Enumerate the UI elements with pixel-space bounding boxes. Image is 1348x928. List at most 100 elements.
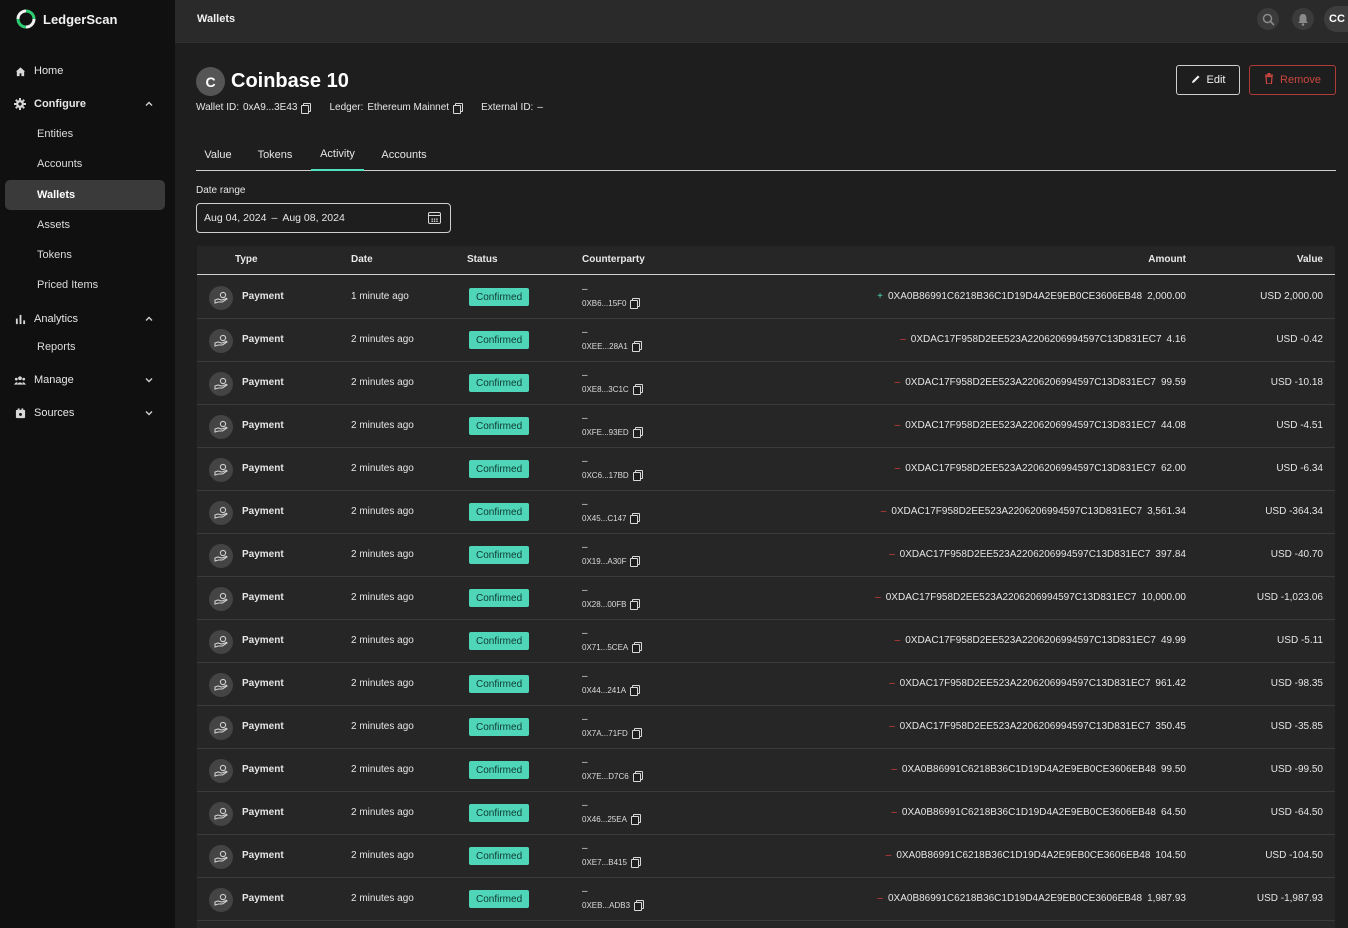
copy-icon[interactable] bbox=[630, 857, 641, 868]
app-logo[interactable]: LedgerScan bbox=[16, 8, 117, 30]
table-row[interactable]: Payment 2 minutes ago Confirmed – 0XE7...B41… bbox=[197, 835, 1335, 878]
amount-token[interactable]: 0XDAC17F958D2EE523A2206206994597C13D831E… bbox=[905, 635, 1156, 646]
row-amount: –0XA0B86991C6218B36C1D19D4A2E9EB0CE3606E… bbox=[877, 893, 1186, 904]
chevron-down-icon[interactable] bbox=[143, 374, 155, 386]
row-date: 2 minutes ago bbox=[351, 420, 414, 431]
row-type: Payment bbox=[242, 635, 284, 646]
amount-token[interactable]: 0XDAC17F958D2EE523A2206206994597C13D831E… bbox=[911, 334, 1162, 345]
copy-icon[interactable] bbox=[301, 102, 312, 114]
table-row[interactable]: Payment 2 minutes ago Confirmed – 0XE8...3C1… bbox=[197, 362, 1335, 405]
column-header-counterparty[interactable]: Counterparty bbox=[582, 254, 645, 265]
sidebar-item-configure[interactable]: Configure bbox=[0, 89, 175, 119]
hand-coin-icon bbox=[209, 501, 233, 525]
table-row[interactable]: Payment 2 minutes ago Confirmed – 0XC6...17B… bbox=[197, 448, 1335, 491]
column-header-date[interactable]: Date bbox=[351, 254, 373, 265]
copy-icon[interactable] bbox=[632, 470, 643, 481]
tab-activity[interactable]: Activity bbox=[311, 138, 364, 171]
row-date: 2 minutes ago bbox=[351, 463, 414, 474]
edit-button[interactable]: Edit bbox=[1176, 65, 1240, 95]
column-header-value[interactable]: Value bbox=[1297, 254, 1323, 265]
table-row[interactable]: Payment 2 minutes ago Confirmed – 0X19...A30… bbox=[197, 534, 1335, 577]
date-start[interactable]: Aug 04, 2024 bbox=[204, 212, 266, 224]
table-row[interactable]: Payment 2 minutes ago Confirmed – 0X44...241… bbox=[197, 663, 1335, 706]
table-row[interactable]: Payment 2 minutes ago Confirmed – 0XEB...ADB… bbox=[197, 878, 1335, 921]
copy-icon[interactable] bbox=[630, 599, 641, 610]
amount-token[interactable]: 0XDAC17F958D2EE523A2206206994597C13D831E… bbox=[900, 678, 1151, 689]
table-row[interactable]: Payment 2 minutes ago Confirmed – 0X45...C14… bbox=[197, 491, 1335, 534]
chevron-up-icon[interactable] bbox=[143, 98, 155, 110]
amount-token[interactable]: 0XDAC17F958D2EE523A2206206994597C13D831E… bbox=[905, 377, 1156, 388]
copy-icon[interactable] bbox=[632, 642, 643, 653]
tab-value[interactable]: Value bbox=[196, 138, 240, 171]
calendar-icon[interactable] bbox=[428, 212, 441, 224]
sidebar-item-entities[interactable]: Entities bbox=[0, 119, 175, 149]
column-header-status[interactable]: Status bbox=[467, 254, 498, 265]
column-header-amount[interactable]: Amount bbox=[1148, 254, 1186, 265]
wallet-id-label: Wallet ID: bbox=[196, 102, 239, 113]
tab-accounts[interactable]: Accounts bbox=[376, 138, 432, 171]
sidebar-item-analytics[interactable]: Analytics bbox=[0, 304, 175, 334]
table-row[interactable]: Payment 1 minute ago Confirmed – 0XB6...15F0… bbox=[197, 276, 1335, 319]
sidebar-item-assets[interactable]: Assets bbox=[0, 210, 175, 240]
date-end[interactable]: Aug 08, 2024 bbox=[282, 212, 344, 224]
status-badge: Confirmed bbox=[469, 417, 530, 435]
copy-icon[interactable] bbox=[630, 298, 641, 309]
amount-sign: + bbox=[877, 291, 883, 302]
search-icon[interactable] bbox=[1257, 8, 1279, 30]
row-amount: –0XDAC17F958D2EE523A2206206994597C13D831… bbox=[889, 549, 1186, 560]
copy-icon[interactable] bbox=[630, 814, 641, 825]
remove-button[interactable]: Remove bbox=[1249, 65, 1336, 95]
bell-icon[interactable] bbox=[1292, 8, 1314, 30]
sidebar-item-home[interactable]: Home bbox=[0, 56, 175, 86]
table-row[interactable]: Payment 2 minutes ago Confirmed – 0X28...00F… bbox=[197, 577, 1335, 620]
copy-icon[interactable] bbox=[630, 513, 641, 524]
amount-token[interactable]: 0XA0B86991C6218B36C1D19D4A2E9EB0CE3606EB… bbox=[888, 291, 1142, 302]
users-icon bbox=[14, 374, 26, 386]
copy-icon[interactable] bbox=[632, 427, 643, 438]
amount-token[interactable]: 0XDAC17F958D2EE523A2206206994597C13D831E… bbox=[900, 721, 1151, 732]
ledger-value: Ethereum Mainnet bbox=[367, 102, 450, 113]
chevron-down-icon[interactable] bbox=[143, 407, 155, 419]
amount-token[interactable]: 0XDAC17F958D2EE523A2206206994597C13D831E… bbox=[905, 420, 1156, 431]
column-header-type[interactable]: Type bbox=[235, 254, 258, 265]
sidebar-item-priced-items[interactable]: Priced Items bbox=[0, 270, 175, 300]
amount-token[interactable]: 0XA0B86991C6218B36C1D19D4A2E9EB0CE3606EB… bbox=[902, 764, 1156, 775]
table-row[interactable]: Payment 2 minutes ago Confirmed – 0X7A...71F… bbox=[197, 706, 1335, 749]
sidebar-item-accounts[interactable]: Accounts bbox=[0, 149, 175, 179]
amount-token[interactable]: 0XDAC17F958D2EE523A2206206994597C13D831E… bbox=[905, 463, 1156, 474]
sidebar-item-tokens[interactable]: Tokens bbox=[0, 240, 175, 270]
sidebar-item-reports[interactable]: Reports bbox=[0, 332, 175, 362]
table-row[interactable]: Payment 2 minutes ago Confirmed – 0X46...25E… bbox=[197, 792, 1335, 835]
pencil-icon bbox=[1191, 74, 1201, 87]
amount-token[interactable]: 0XDAC17F958D2EE523A2206206994597C13D831E… bbox=[886, 592, 1137, 603]
table-row[interactable]: Payment 2 minutes ago Confirmed – 0XFE...93E… bbox=[197, 405, 1335, 448]
amount-token[interactable]: 0XDAC17F958D2EE523A2206206994597C13D831E… bbox=[900, 549, 1151, 560]
amount-token[interactable]: 0XA0B86991C6218B36C1D19D4A2E9EB0CE3606EB… bbox=[888, 893, 1142, 904]
user-avatar[interactable]: CC bbox=[1324, 6, 1348, 32]
tab-tokens[interactable]: Tokens bbox=[251, 138, 299, 171]
chevron-up-icon[interactable] bbox=[143, 313, 155, 325]
ledger: Ledger: Ethereum Mainnet bbox=[329, 102, 464, 114]
copy-icon[interactable] bbox=[632, 771, 643, 782]
sidebar-item-sources[interactable]: Sources bbox=[0, 398, 175, 428]
copy-icon[interactable] bbox=[631, 341, 642, 352]
sidebar: LedgerScan Home Configure Entities Accou… bbox=[0, 0, 175, 928]
row-date: 2 minutes ago bbox=[351, 635, 414, 646]
copy-icon[interactable] bbox=[632, 384, 643, 395]
amount-token[interactable]: 0XA0B86991C6218B36C1D19D4A2E9EB0CE3606EB… bbox=[902, 807, 1156, 818]
copy-icon[interactable] bbox=[631, 728, 642, 739]
copy-icon[interactable] bbox=[630, 685, 641, 696]
row-amount: –0XDAC17F958D2EE523A2206206994597C13D831… bbox=[881, 506, 1186, 517]
copy-icon[interactable] bbox=[630, 556, 641, 567]
table-row[interactable]: Payment 2 minutes ago Confirmed – 0X7E...D7C… bbox=[197, 749, 1335, 792]
row-amount: –0XDAC17F958D2EE523A2206206994597C13D831… bbox=[900, 334, 1186, 345]
copy-icon[interactable] bbox=[634, 900, 645, 911]
amount-token[interactable]: 0XA0B86991C6218B36C1D19D4A2E9EB0CE3606EB… bbox=[896, 850, 1150, 861]
table-row[interactable]: Payment 2 minutes ago Confirmed – 0X71...5CE… bbox=[197, 620, 1335, 663]
sidebar-item-wallets[interactable]: Wallets bbox=[5, 180, 165, 210]
date-range-picker[interactable]: Aug 04, 2024 – Aug 08, 2024 bbox=[196, 203, 451, 233]
sidebar-item-manage[interactable]: Manage bbox=[0, 365, 175, 395]
amount-token[interactable]: 0XDAC17F958D2EE523A2206206994597C13D831E… bbox=[891, 506, 1142, 517]
copy-icon[interactable] bbox=[453, 102, 464, 114]
table-row[interactable]: Payment 2 minutes ago Confirmed – 0XEE...28A… bbox=[197, 319, 1335, 362]
